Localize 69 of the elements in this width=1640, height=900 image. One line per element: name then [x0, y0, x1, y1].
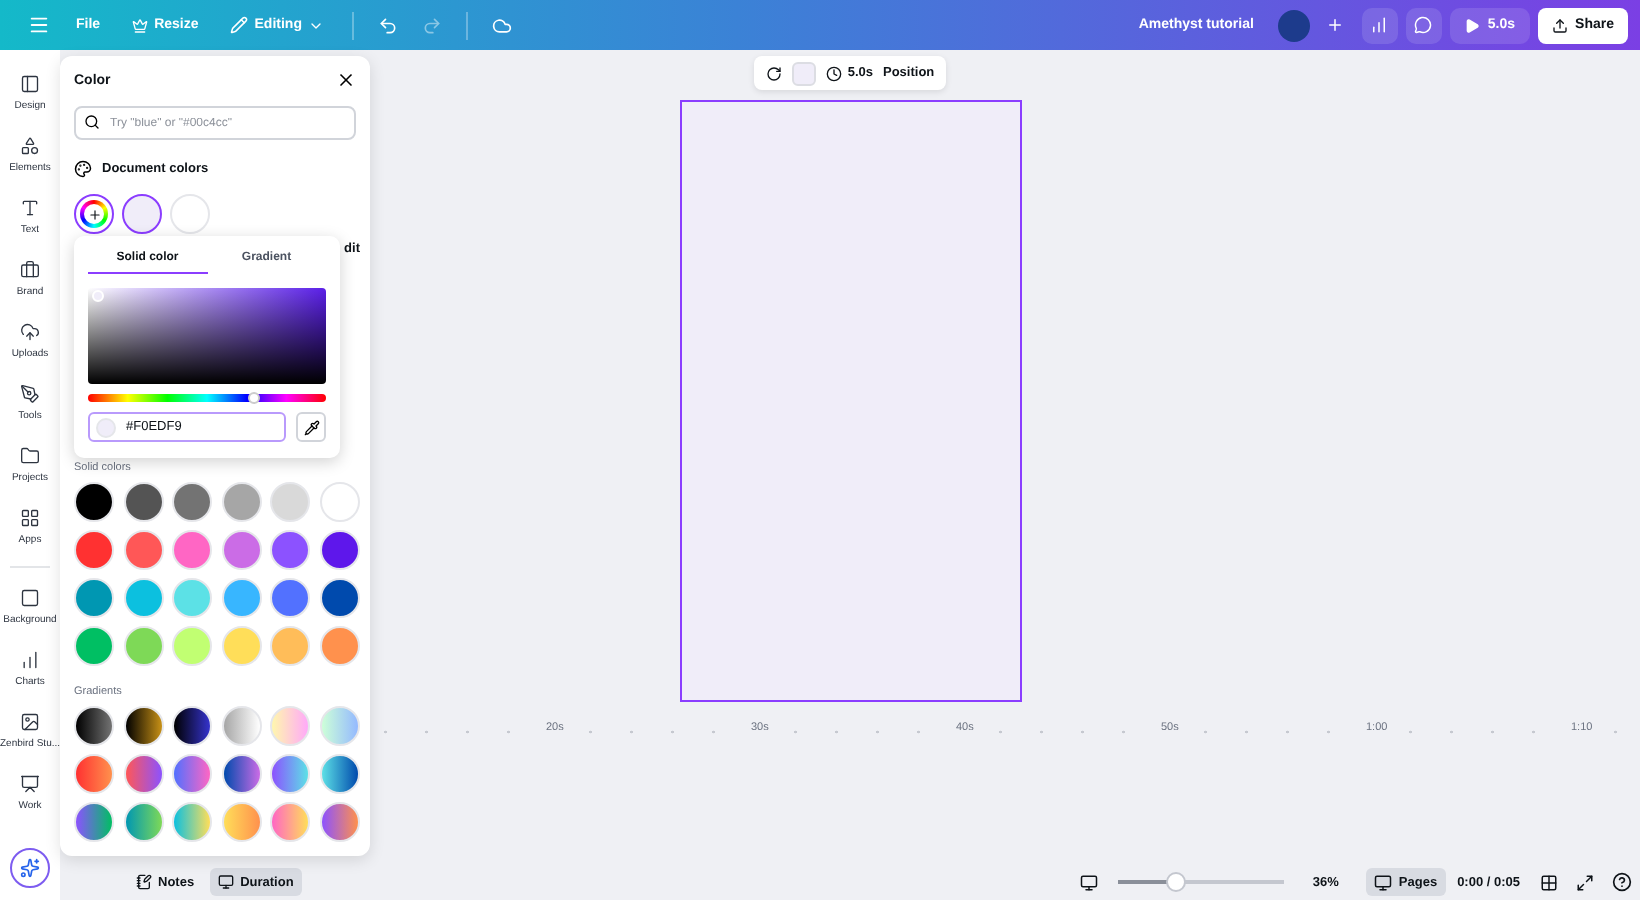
gradient-swatch[interactable]	[172, 802, 213, 842]
image-icon	[20, 712, 40, 732]
page-view-icon[interactable]	[1080, 873, 1099, 891]
search-icon	[84, 114, 100, 130]
gradient-swatch[interactable]	[123, 754, 164, 794]
close-icon[interactable]	[336, 70, 356, 90]
text-icon	[20, 198, 40, 218]
comment-button[interactable]	[1405, 7, 1442, 43]
square-icon	[20, 588, 40, 608]
eyedropper-button[interactable]	[296, 412, 326, 442]
gradient-swatch[interactable]	[172, 706, 213, 746]
color-swatch[interactable]	[122, 194, 162, 234]
apps-icon	[20, 508, 40, 528]
play-icon	[1463, 17, 1480, 33]
screen-icon	[218, 874, 235, 890]
gradient-swatch[interactable]	[319, 802, 360, 842]
gradient-swatch[interactable]	[74, 802, 114, 842]
sparkle-icon	[20, 858, 40, 878]
slider-thumb[interactable]	[1166, 872, 1187, 892]
gradient-swatch[interactable]	[270, 802, 311, 842]
bar-chart-icon	[1370, 16, 1389, 34]
board-icon	[20, 774, 40, 794]
avatar[interactable]	[1277, 9, 1310, 41]
gradient-swatch[interactable]	[270, 706, 311, 746]
folder-icon	[20, 446, 40, 466]
gradient-swatch[interactable]	[123, 802, 164, 842]
share-icon	[1551, 17, 1568, 33]
fullscreen-icon[interactable]	[1576, 873, 1594, 891]
grid-view-icon[interactable]	[1540, 873, 1558, 891]
color-preview-swatch	[96, 417, 116, 437]
gradient-swatch[interactable]	[74, 754, 114, 794]
gradient-swatch[interactable]	[221, 706, 262, 746]
gradient-swatch[interactable]	[319, 706, 360, 746]
plus-icon	[87, 207, 101, 221]
gradient-swatch[interactable]	[74, 706, 114, 746]
gradient-swatch[interactable]	[221, 754, 262, 794]
gradient-swatch[interactable]	[221, 802, 262, 842]
magic-button[interactable]	[10, 848, 50, 888]
crown-icon	[132, 17, 149, 33]
notes-icon	[136, 874, 152, 890]
picker-handle[interactable]	[92, 290, 104, 302]
pen-icon	[20, 384, 40, 404]
help-icon[interactable]	[1612, 872, 1632, 892]
saturation-field[interactable]	[88, 288, 326, 384]
animate-icon[interactable]	[765, 65, 782, 81]
hue-thumb[interactable]	[248, 392, 261, 404]
shapes-icon	[20, 136, 40, 156]
undo-icon	[377, 15, 398, 35]
comment-icon	[1414, 16, 1433, 34]
screen-icon	[1374, 873, 1393, 891]
menu-icon	[27, 14, 49, 36]
bar-chart-icon	[20, 650, 40, 670]
upload-icon	[20, 322, 40, 342]
cloud-icon[interactable]	[491, 15, 512, 35]
gradient-swatch[interactable]	[270, 754, 311, 794]
add-color-button[interactable]	[74, 194, 114, 234]
gradient-swatch[interactable]	[123, 706, 164, 746]
redo-icon	[421, 15, 442, 35]
plus-icon	[1326, 16, 1345, 34]
clock-icon	[825, 65, 842, 81]
design-icon	[20, 74, 40, 94]
analytics-button[interactable]	[1361, 7, 1398, 43]
gradient-swatch[interactable]	[319, 754, 360, 794]
eyedropper-icon	[303, 419, 319, 435]
briefcase-icon	[20, 260, 40, 280]
pencil-icon	[230, 16, 249, 34]
palette-icon	[74, 160, 92, 178]
hue-slider[interactable]	[88, 394, 326, 402]
gradient-swatch[interactable]	[172, 754, 213, 794]
